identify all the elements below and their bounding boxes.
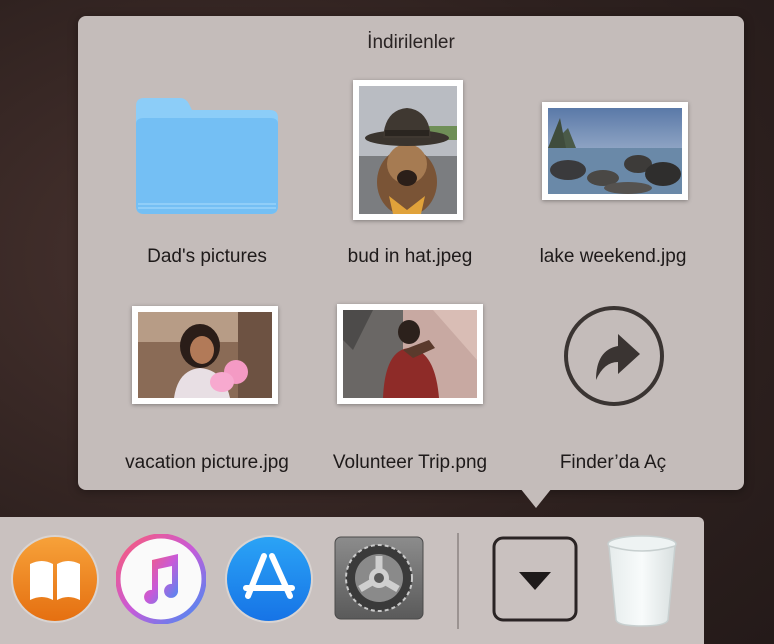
downloads-stack-popover: İndirilenler Dad's pictures bud in hat.j…	[78, 16, 744, 490]
popover-pointer	[520, 488, 552, 508]
stack-item-dads-pictures[interactable]: Dad's pictures	[102, 90, 312, 290]
folder-icon	[136, 98, 278, 214]
music-icon[interactable]	[116, 534, 206, 624]
stack-item-vacation-picture[interactable]: vacation picture.jpg	[102, 296, 312, 496]
downloads-stack-icon[interactable]	[492, 536, 578, 622]
stack-title: İndirilenler	[367, 32, 455, 53]
photo-thumbnail	[542, 102, 688, 200]
stack-item-label: lake weekend.jpg	[539, 246, 687, 267]
stack-item-volunteer-trip[interactable]: Volunteer Trip.png	[305, 296, 515, 496]
open-in-finder-button[interactable]: Finder’da Aç	[508, 296, 718, 496]
stack-item-bud-in-hat[interactable]: bud in hat.jpeg	[305, 80, 515, 290]
app-store-icon[interactable]	[224, 534, 314, 624]
books-icon[interactable]	[10, 534, 100, 624]
dock-separator	[457, 533, 459, 629]
photo-thumbnail	[132, 306, 278, 404]
stack-item-label: Finder’da Aç	[559, 452, 667, 473]
system-preferences-gear-icon[interactable]	[334, 536, 424, 620]
trash-icon[interactable]	[604, 534, 680, 628]
photo-thumbnail	[353, 80, 463, 220]
open-in-finder-arrow-icon	[564, 306, 664, 406]
photo-thumbnail	[337, 304, 483, 404]
stack-item-lake-weekend[interactable]: lake weekend.jpg	[508, 90, 718, 290]
